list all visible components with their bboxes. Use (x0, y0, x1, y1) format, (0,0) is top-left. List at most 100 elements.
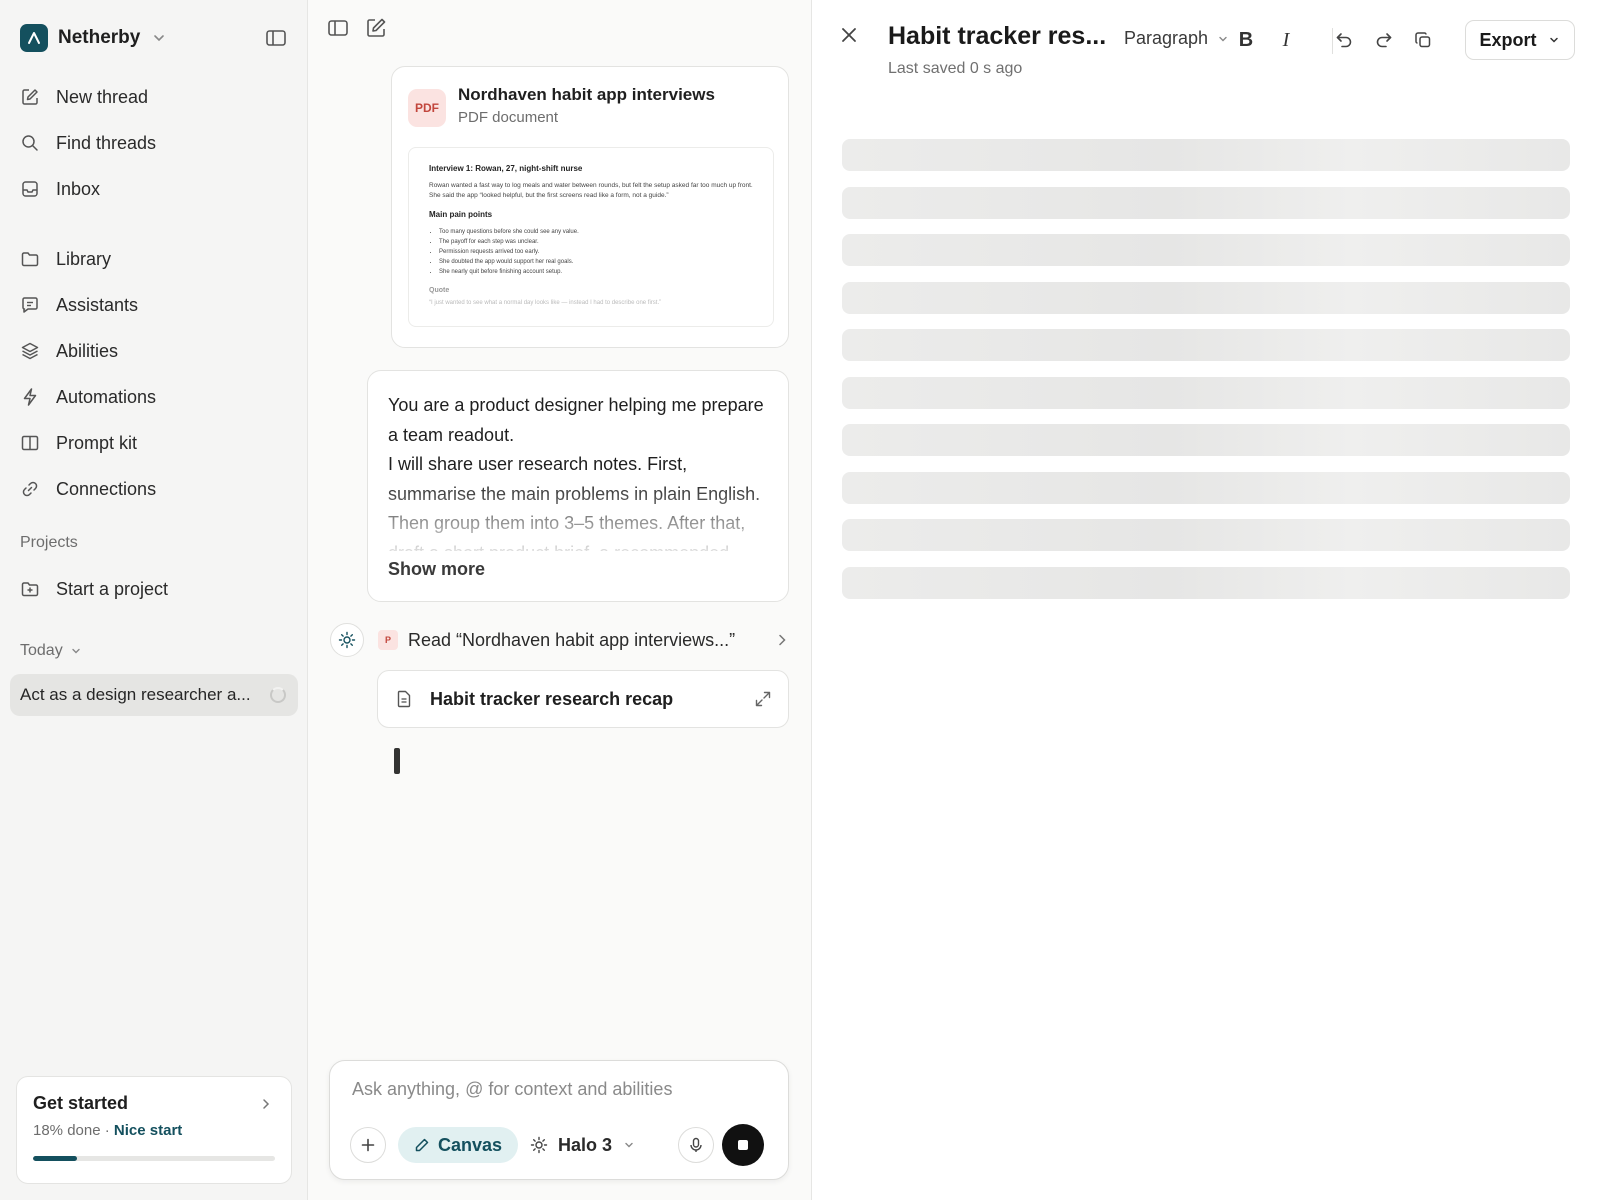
inbox-icon (20, 179, 40, 199)
block-format-dropdown[interactable]: Paragraph (1124, 28, 1230, 49)
italic-button[interactable]: I (1272, 26, 1300, 54)
today-label: Today (20, 642, 63, 659)
skeleton-line (842, 519, 1570, 551)
chat-icon (20, 295, 40, 315)
canvas-toggle-button[interactable]: Canvas (398, 1127, 519, 1163)
progress-text: 18% done (33, 1122, 101, 1139)
skeleton-line (842, 139, 1570, 171)
plus-icon (361, 1138, 375, 1152)
get-started-card[interactable]: Get started 18% done · Nice start (16, 1076, 292, 1184)
bold-button[interactable]: B (1232, 26, 1260, 54)
attach-button[interactable] (350, 1127, 386, 1163)
sidebar-item-label: Assistants (56, 294, 139, 315)
typing-cursor (394, 748, 400, 774)
export-label: Export (1479, 29, 1537, 50)
sidebar-item-assistants[interactable]: Assistants (20, 290, 138, 320)
sidebar-item-label: Inbox (56, 178, 101, 199)
sidebar-item-label: Prompt kit (56, 432, 138, 453)
search-icon (20, 133, 40, 153)
message-line: You are a product designer helping me pr… (388, 395, 764, 445)
preview-heading: Interview 1: Rowan, 27, night-shift nurs… (429, 164, 583, 173)
attachment-title: Nordhaven habit app interviews (458, 85, 715, 104)
user-message: You are a product designer helping me pr… (367, 370, 789, 602)
sidebar-item-automations[interactable]: Automations (20, 382, 156, 412)
folder-icon (20, 249, 40, 269)
pdf-attachment-card[interactable]: PDF Nordhaven habit app interviews PDF d… (391, 66, 789, 348)
skeleton-line (842, 424, 1570, 456)
projects-heading: Projects (20, 534, 78, 552)
canvas-panel: Habit tracker res... Last saved 0 s ago … (812, 0, 1600, 1200)
progress-bar-fill (33, 1156, 77, 1161)
preview-quote-label: Quote (429, 287, 450, 294)
document-title: Habit tracker research recap (430, 688, 674, 709)
stop-icon (738, 1140, 748, 1150)
pdf-file-icon: PDF (408, 89, 446, 127)
start-project-button[interactable]: Start a project (20, 574, 168, 604)
folder-plus-icon (20, 579, 40, 599)
chevron-right-icon (263, 1099, 270, 1109)
book-icon (20, 433, 40, 453)
document-title[interactable]: Habit tracker res... (888, 22, 1106, 51)
layers-icon (20, 341, 40, 361)
canvas-document-card[interactable]: Habit tracker research recap (377, 670, 789, 728)
format-label: Paragraph (1124, 28, 1209, 48)
panel-toggle-icon[interactable] (326, 16, 350, 40)
undo-button[interactable] (1330, 26, 1358, 54)
redo-button[interactable] (1370, 26, 1398, 54)
sun-icon (330, 623, 364, 657)
thread-item-active[interactable]: Act as a design researcher a... (10, 674, 298, 716)
new-thread-icon[interactable] (364, 16, 388, 40)
sidebar-item-label: Connections (56, 478, 157, 499)
chat-column: PDF Nordhaven habit app interviews PDF d… (308, 0, 812, 1200)
show-more-button[interactable]: Show more (388, 559, 768, 580)
skeleton-line (842, 234, 1570, 266)
expand-icon[interactable] (754, 690, 772, 708)
sidebar-item-inbox[interactable]: Inbox (20, 174, 100, 204)
get-started-progress: 18% done · Nice start (33, 1122, 275, 1139)
message-text: You are a product designer helping me pr… (388, 391, 768, 551)
sidebar-item-label: Library (56, 248, 112, 269)
model-selector[interactable]: Halo 3 (530, 1127, 636, 1163)
loading-spinner-icon (270, 687, 286, 703)
link-icon (20, 479, 40, 499)
sidebar-item-find-threads[interactable]: Find threads (20, 128, 156, 158)
sidebar-item-library[interactable]: Library (20, 244, 111, 274)
encouragement-text: Nice start (113, 1122, 183, 1139)
sidebar-item-label: Abilities (56, 340, 119, 361)
model-label: Halo 3 (558, 1134, 613, 1155)
message-input[interactable] (352, 1079, 772, 1100)
preview-quote-text: “I just wanted to see what a normal day … (429, 300, 662, 306)
copy-button[interactable] (1409, 26, 1437, 54)
workspace-switcher[interactable]: Netherby (20, 24, 168, 52)
pdf-preview: Interview 1: Rowan, 27, night-shift nurs… (408, 147, 774, 327)
microphone-button[interactable] (678, 1127, 714, 1163)
skeleton-line (842, 329, 1570, 361)
canvas-label: Canvas (438, 1134, 503, 1155)
sidebar-item-prompt-kit[interactable]: Prompt kit (20, 428, 137, 458)
chevron-right-icon (779, 634, 786, 646)
progress-bar (33, 1156, 275, 1161)
skeleton-line (842, 471, 1570, 504)
pencil-icon (415, 1138, 429, 1152)
pdf-file-icon: P (378, 630, 398, 650)
workspace-logo-icon (20, 24, 48, 52)
tool-step-label: Read “Nordhaven habit app interviews...” (408, 629, 736, 650)
redo-icon (1376, 33, 1392, 48)
list-item: The payoff for each step was unclear. (439, 237, 753, 247)
close-icon[interactable] (838, 24, 860, 46)
sidebar-item-new-thread[interactable]: New thread (20, 82, 148, 112)
list-item: Too many questions before she could see … (439, 227, 753, 237)
sidebar-item-abilities[interactable]: Abilities (20, 336, 118, 366)
tool-step-read[interactable]: P Read “Nordhaven habit app interviews..… (330, 622, 790, 658)
sidebar-item-connections[interactable]: Connections (20, 474, 156, 504)
sidebar-toggle-icon[interactable] (264, 26, 288, 50)
save-status: Last saved 0 s ago (888, 60, 1023, 77)
sidebar-item-label: Automations (56, 386, 157, 407)
today-heading[interactable]: Today (20, 642, 83, 660)
export-button[interactable]: Export (1465, 20, 1575, 60)
separator: · (100, 1122, 114, 1139)
chevron-down-icon (154, 35, 165, 42)
preview-subheading: Main pain points (429, 210, 493, 219)
stop-button[interactable] (722, 1124, 764, 1166)
pencil-square-icon (20, 87, 40, 107)
